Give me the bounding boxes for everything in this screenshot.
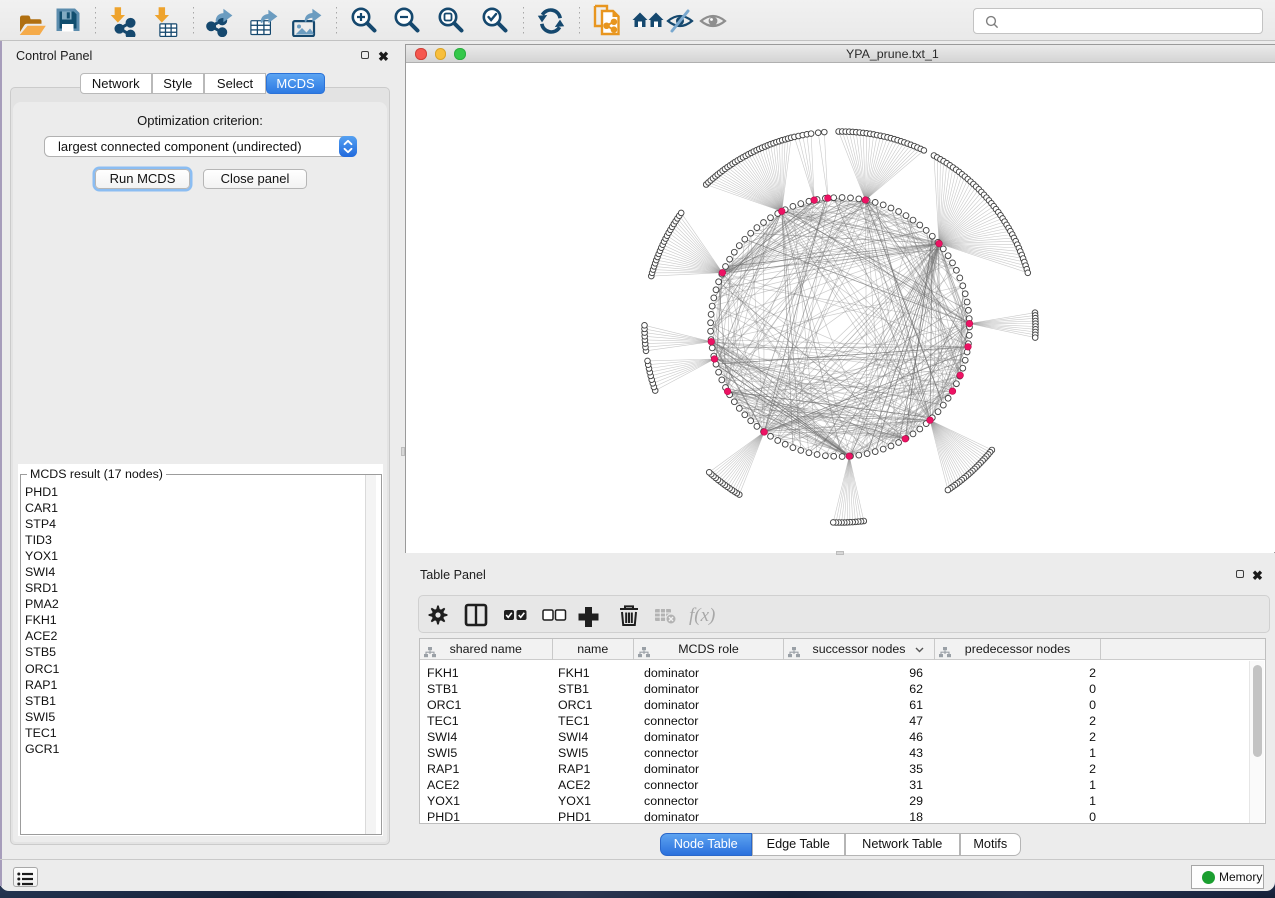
svg-text:f(x): f(x) [689, 605, 715, 626]
